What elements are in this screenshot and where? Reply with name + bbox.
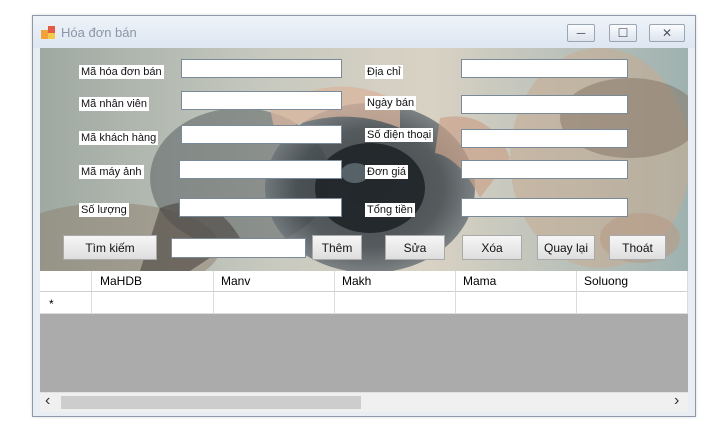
address-label: Địa chỉ (365, 65, 403, 79)
horizontal-scrollbar[interactable]: ‹ › (40, 392, 688, 412)
invoice-id-label: Mã hóa đơn bán (79, 65, 164, 79)
maximize-icon: ☐ (617, 26, 629, 40)
new-row-cell-manv[interactable] (214, 292, 335, 314)
window-title: Hóa đơn bán (61, 25, 137, 40)
delete-button[interactable]: Xóa (462, 235, 522, 260)
invoice-id-field[interactable] (181, 59, 342, 78)
total-field[interactable] (461, 198, 628, 217)
sale-date-field[interactable] (461, 95, 628, 114)
add-button[interactable]: Thêm (312, 235, 362, 260)
new-row-cell-mama[interactable] (456, 292, 577, 314)
column-header-makh[interactable]: Makh (335, 271, 456, 292)
employee-id-label: Mã nhân viên (79, 97, 150, 111)
maximize-button[interactable]: ☐ (609, 24, 637, 42)
total-label: Tổng tiền (365, 203, 415, 217)
address-field[interactable] (461, 59, 628, 78)
exit-button[interactable]: Thoát (609, 235, 666, 260)
scroll-left-arrow-icon[interactable]: ‹ (45, 392, 50, 410)
quantity-label: Số lượng (79, 203, 129, 217)
back-button[interactable]: Quay lại (537, 235, 595, 260)
edit-button[interactable]: Sửa (385, 235, 445, 260)
unit-price-label: Đơn giá (365, 165, 409, 179)
app-icon (41, 26, 55, 39)
new-row-cell-mahdb[interactable] (92, 292, 214, 314)
unit-price-field[interactable] (461, 160, 628, 179)
scrollbar-thumb[interactable] (61, 396, 361, 409)
customer-id-field[interactable] (181, 125, 342, 144)
employee-id-field[interactable] (181, 91, 342, 110)
column-header-manv[interactable]: Manv (214, 271, 335, 292)
invoice-window: Hóa đơn bán ─ ☐ ✕ Mã hóa đơn bán Mã nhân… (32, 15, 696, 417)
phone-field[interactable] (461, 129, 628, 148)
column-header-mahdb[interactable]: MaHDB (92, 271, 214, 292)
close-icon: ✕ (661, 26, 673, 40)
phone-label: Số điện thoại (365, 128, 434, 142)
column-header-mama[interactable]: Mama (456, 271, 577, 292)
sale-date-label: Ngày bán (365, 96, 417, 110)
row-header-corner (40, 271, 92, 292)
minimize-button[interactable]: ─ (567, 24, 595, 42)
close-button[interactable]: ✕ (649, 24, 685, 42)
new-row-cell-soluong[interactable] (577, 292, 688, 314)
new-row-marker: * (40, 292, 92, 314)
form-client-area: Mã hóa đơn bán Mã nhân viên Mã khách hàn… (40, 48, 688, 412)
scroll-right-arrow-icon[interactable]: › (674, 392, 679, 410)
invoice-data-grid[interactable]: MaHDB Manv Makh Mama Soluong * ‹ › (40, 271, 688, 412)
title-bar[interactable]: Hóa đơn bán ─ ☐ ✕ (33, 16, 695, 48)
column-header-soluong[interactable]: Soluong (577, 271, 688, 292)
camera-id-label: Mã máy ảnh (79, 165, 144, 179)
minimize-icon: ─ (576, 26, 586, 40)
search-button[interactable]: Tìm kiếm (63, 235, 157, 260)
customer-id-label: Mã khách hàng (79, 131, 159, 145)
quantity-field[interactable] (179, 198, 342, 217)
search-input[interactable] (171, 238, 306, 258)
camera-id-field[interactable] (179, 160, 342, 179)
new-row-cell-makh[interactable] (335, 292, 456, 314)
